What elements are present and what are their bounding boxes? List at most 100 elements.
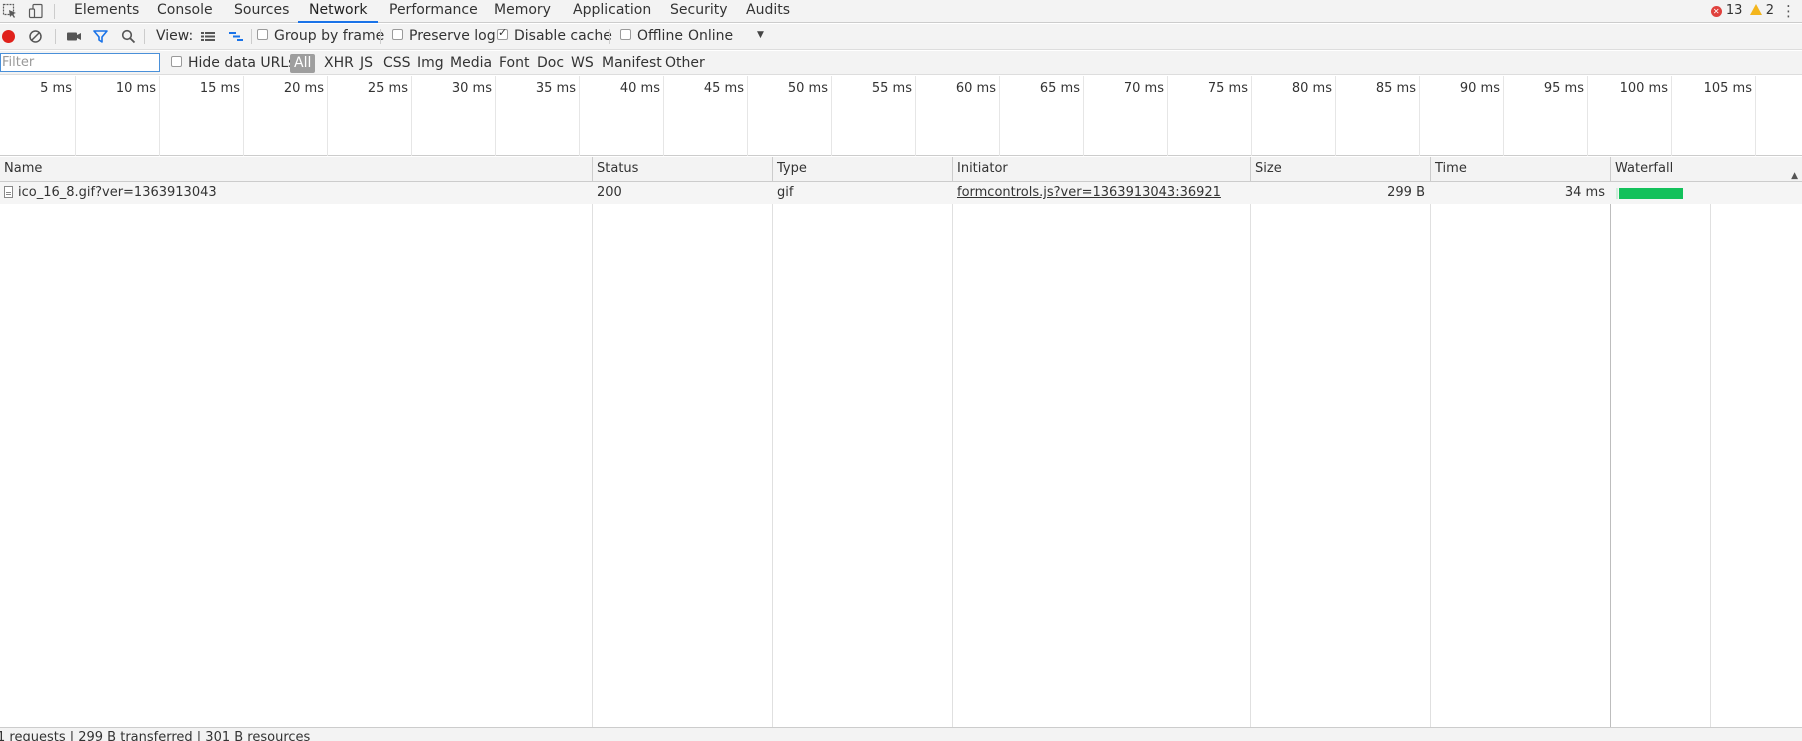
column-header-time[interactable]: Time	[1431, 157, 1611, 182]
type-filter-media[interactable]: Media	[450, 55, 492, 71]
type-filter-css[interactable]: CSS	[383, 55, 411, 71]
status-bar: 1 requests | 299 B transferred | 301 B r…	[0, 727, 1802, 741]
type-filter-all[interactable]: All	[290, 54, 316, 73]
timeline-tick: 11	[1756, 76, 1802, 156]
column-header-status[interactable]: Status	[593, 157, 773, 182]
timeline-tick-label: 50 ms	[787, 81, 828, 96]
preserve-log-option[interactable]: Preserve log	[392, 28, 496, 44]
timeline-tick: 35 ms	[496, 76, 580, 156]
offline-label: Offline	[637, 28, 683, 44]
show-overview-icon[interactable]	[228, 29, 244, 45]
timeline-overview[interactable]: 5 ms 10 ms 15 ms 20 ms 25 ms 30 ms 35 ms 40 ms 4…	[0, 76, 1802, 156]
disable-cache-option[interactable]: Disable cache	[497, 26, 612, 44]
timeline-tick-label: 70 ms	[1123, 81, 1164, 96]
chevron-down-icon[interactable]: ▼	[757, 30, 764, 40]
type-filter-doc[interactable]: Doc	[537, 55, 564, 71]
filter-input[interactable]	[0, 53, 160, 72]
timeline-tick: 10 ms	[76, 76, 160, 156]
timeline-tick: 25 ms	[328, 76, 412, 156]
initiator-link[interactable]: formcontrols.js?ver=1363913043:36921	[957, 185, 1221, 200]
request-name-cell[interactable]: ico_16_8.gif?ver=1363913043	[0, 182, 592, 204]
request-status: 200	[597, 185, 622, 200]
type-filter-font[interactable]: Font	[499, 55, 529, 71]
column-header-type[interactable]: Type	[773, 157, 953, 182]
type-filter-ws[interactable]: WS	[571, 55, 594, 71]
inspect-element-icon[interactable]	[2, 3, 18, 19]
request-size: 299 B	[1387, 185, 1425, 200]
timeline-tick-label: 90 ms	[1459, 81, 1500, 96]
timeline-tick: 100 ms	[1588, 76, 1672, 156]
request-initiator-cell: formcontrols.js?ver=1363913043:36921	[953, 182, 1250, 204]
timeline-tick: 80 ms	[1252, 76, 1336, 156]
offline-option[interactable]: Offline	[620, 28, 683, 44]
filter-bar: Hide data URLs All XHR JS CSS Img Media …	[0, 51, 1802, 75]
type-filter-manifest[interactable]: Manifest	[602, 55, 662, 71]
timeline-tick: 85 ms	[1336, 76, 1420, 156]
status-summary: 1 requests | 299 B transferred | 301 B r…	[0, 730, 311, 741]
type-filter-js[interactable]: JS	[360, 55, 373, 71]
error-icon: ✕	[1710, 6, 1722, 17]
toolbar-divider	[251, 29, 252, 44]
throttling-select[interactable]: Online	[688, 28, 733, 44]
tab-memory[interactable]: Memory	[494, 0, 551, 23]
column-header-size[interactable]: Size	[1251, 157, 1431, 182]
waterfall-header-label: Waterfall	[1615, 161, 1674, 176]
type-filter-other[interactable]: Other	[665, 55, 705, 71]
toolbar-divider	[144, 29, 145, 44]
filter-icon[interactable]	[93, 29, 108, 45]
disable-cache-label: Disable cache	[514, 28, 612, 44]
timeline-tick-label: 5 ms	[40, 81, 72, 96]
preserve-log-checkbox[interactable]	[392, 29, 403, 40]
column-header-name[interactable]: Name	[0, 157, 593, 182]
column-header-initiator[interactable]: Initiator	[953, 157, 1251, 182]
timeline-tick: 90 ms	[1420, 76, 1504, 156]
search-icon[interactable]	[121, 29, 136, 45]
group-by-frame-checkbox[interactable]	[257, 29, 268, 40]
hide-data-urls-label: Hide data URLs	[188, 55, 296, 71]
timeline-tick: 105 ms	[1672, 76, 1756, 156]
waterfall-bar[interactable]	[1619, 188, 1683, 199]
issue-counter[interactable]: ✕ 13 2	[1710, 3, 1774, 18]
toolbar-divider	[609, 29, 610, 44]
tab-elements[interactable]: Elements	[74, 0, 139, 23]
group-by-frame-label: Group by frame	[274, 28, 385, 44]
column-divider	[1430, 182, 1431, 727]
tab-audits[interactable]: Audits	[746, 0, 790, 23]
timeline-tick-label: 25 ms	[367, 81, 408, 96]
type-filter-xhr[interactable]: XHR	[324, 55, 354, 71]
timeline-tick: 40 ms	[580, 76, 664, 156]
timeline-tick-label: 40 ms	[619, 81, 660, 96]
column-header-waterfall[interactable]: Waterfall ▲	[1611, 157, 1802, 182]
file-icon	[4, 186, 13, 198]
group-by-frame-option[interactable]: Group by frame	[257, 28, 384, 44]
clear-icon[interactable]	[28, 29, 43, 45]
hide-data-urls-option[interactable]: Hide data URLs	[171, 55, 295, 71]
warning-icon	[1749, 4, 1762, 15]
timeline-tick-label: 85 ms	[1375, 81, 1416, 96]
tab-sources[interactable]: Sources	[234, 0, 289, 23]
table-row[interactable]: ico_16_8.gif?ver=1363913043 200 gif form…	[0, 182, 1802, 204]
column-divider	[592, 182, 593, 727]
offline-checkbox[interactable]	[620, 29, 631, 40]
request-type: gif	[777, 185, 794, 200]
disable-cache-checkbox[interactable]	[497, 26, 508, 40]
large-rows-icon[interactable]	[200, 29, 216, 45]
record-button[interactable]	[2, 30, 15, 43]
tab-console[interactable]: Console	[157, 0, 213, 23]
timeline-tick: 55 ms	[832, 76, 916, 156]
more-options-icon[interactable]: ⋮	[1781, 2, 1796, 20]
timeline-tick-label: 80 ms	[1291, 81, 1332, 96]
tab-security[interactable]: Security	[670, 0, 728, 23]
timeline-tick-label: 45 ms	[703, 81, 744, 96]
timeline-tick-label: 15 ms	[199, 81, 240, 96]
tab-performance[interactable]: Performance	[389, 0, 478, 23]
warning-count: 2	[1765, 3, 1774, 18]
tab-network[interactable]: Network	[298, 0, 379, 23]
hide-data-urls-checkbox[interactable]	[171, 56, 182, 67]
tab-application[interactable]: Application	[573, 0, 651, 23]
type-filter-img[interactable]: Img	[417, 55, 444, 71]
waterfall-gridline	[1710, 182, 1711, 727]
device-toolbar-icon[interactable]	[28, 3, 44, 19]
timeline-tick: 75 ms	[1168, 76, 1252, 156]
capture-screenshots-icon[interactable]	[66, 29, 82, 45]
